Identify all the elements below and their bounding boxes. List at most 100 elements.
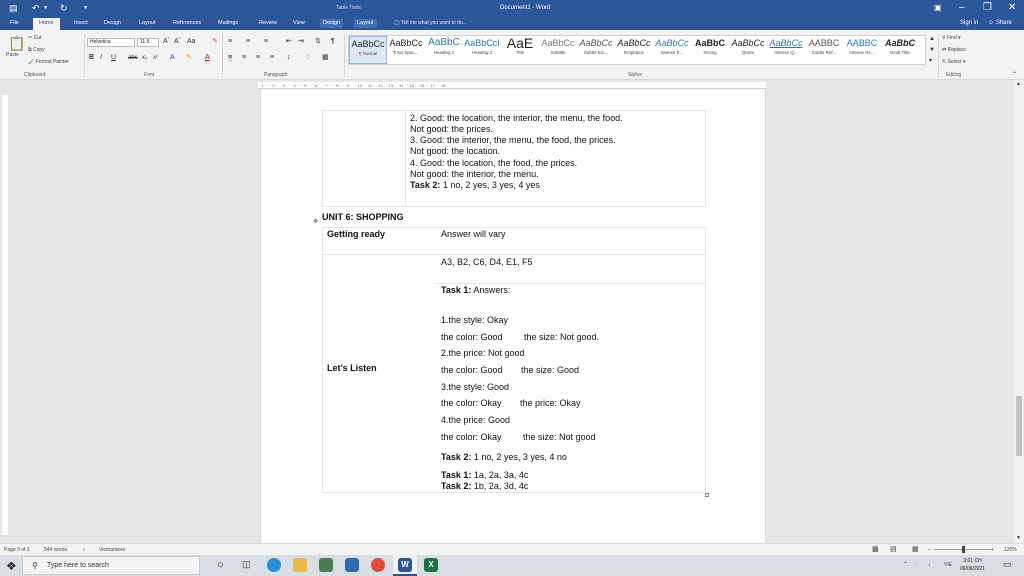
zoom-in-icon[interactable]: + <box>991 547 994 553</box>
tab-review[interactable]: Review <box>256 19 280 28</box>
align-center-icon[interactable]: ≡ <box>242 54 246 62</box>
styles-scroll-up-icon[interactable]: ▲ <box>929 35 935 43</box>
network-icon[interactable]: ◌ <box>914 561 918 569</box>
print-layout-icon[interactable]: ▤ <box>890 545 897 553</box>
subscript-icon[interactable]: x₂ <box>142 54 147 62</box>
style-quote[interactable]: AaBbCc Quote <box>729 36 767 64</box>
edge-browser-icon[interactable] <box>267 558 281 572</box>
restore-icon[interactable]: ❐ <box>983 2 992 13</box>
cortana-icon[interactable]: ○ <box>217 559 224 571</box>
share-button[interactable]: ☺ Share <box>988 20 1012 26</box>
ribbon-display-options-icon[interactable]: ▣ <box>934 2 942 13</box>
style-no-spacing[interactable]: AaBbCc ¶ No Spac... <box>387 36 425 64</box>
vertical-ruler[interactable] <box>2 95 8 535</box>
borders-icon[interactable]: ▦ <box>322 54 329 62</box>
replace-button[interactable]: ⇄ Replace <box>942 47 966 53</box>
minimize-icon[interactable]: – <box>959 2 965 13</box>
style-subtle-reference[interactable]: AABBC Subtle Ref... <box>805 36 843 64</box>
table-move-handle-icon[interactable]: ✥ <box>313 218 318 226</box>
scrollbar-thumb[interactable] <box>1016 396 1022 456</box>
bullets-icon[interactable]: ≡ <box>228 38 232 46</box>
tab-references[interactable]: References <box>170 19 204 28</box>
highlight-icon[interactable]: ✎ <box>186 54 192 62</box>
show-paragraph-marks-icon[interactable]: ¶ <box>331 38 335 46</box>
line-spacing-icon[interactable]: ↕ <box>287 54 291 62</box>
italic-icon[interactable]: I <box>100 54 102 62</box>
tab-layout[interactable]: Layout <box>136 19 159 28</box>
close-icon[interactable]: ✕ <box>1008 2 1016 13</box>
tab-view[interactable]: View <box>290 19 308 28</box>
sort-icon[interactable]: ⇅ <box>315 38 321 46</box>
clear-formatting-icon[interactable]: ✎ <box>212 38 218 46</box>
vertical-scrollbar[interactable] <box>1014 80 1024 543</box>
strikethrough-icon[interactable]: abc <box>128 54 138 62</box>
table-resize-handle[interactable] <box>705 493 709 497</box>
style-subtle-emphasis[interactable]: AaBbCc Subtle Em... <box>577 36 615 64</box>
select-button[interactable]: ⇱ Select ▾ <box>942 59 965 65</box>
show-hidden-icons-icon[interactable]: ⌃ <box>903 561 908 569</box>
paste-icon[interactable]: 📋 <box>8 36 25 50</box>
zoom-level[interactable]: 120% <box>1004 547 1017 553</box>
file-explorer-icon[interactable] <box>293 558 307 572</box>
numbering-icon[interactable]: ≡ <box>246 38 250 46</box>
font-size-box[interactable]: 11.5 <box>137 38 159 47</box>
volume-icon[interactable]: ♩ <box>928 561 934 569</box>
word-app-icon[interactable]: W <box>398 558 412 572</box>
read-mode-icon[interactable]: ▩ <box>872 545 879 553</box>
task-view-icon[interactable]: ◫ <box>242 560 251 569</box>
scroll-up-icon[interactable]: ▲ <box>1016 80 1021 88</box>
tab-home[interactable]: Home <box>33 18 60 30</box>
multilevel-list-icon[interactable]: ≡ <box>264 38 268 46</box>
shading-icon[interactable]: ♢ <box>305 54 311 62</box>
grow-font-icon[interactable]: Aˆ <box>163 38 170 46</box>
style-title[interactable]: AaE Title <box>501 36 539 64</box>
style-normal[interactable]: AaBbCc ¶ Normal <box>349 36 387 64</box>
font-name-box[interactable]: Helvetica <box>87 38 135 47</box>
language-indicator[interactable]: Vietnamese <box>99 547 125 553</box>
style-strong[interactable]: AaBbC Strong <box>691 36 729 64</box>
customize-quick-access-icon[interactable]: ▾ <box>84 3 87 13</box>
undo-dropdown-icon[interactable]: ▾ <box>44 3 47 13</box>
style-heading-2[interactable]: AaBbCcI Heading 2 <box>463 36 501 64</box>
action-center-icon[interactable]: ▭ <box>1003 560 1012 569</box>
underline-icon[interactable]: U <box>111 54 116 62</box>
tab-file[interactable]: File <box>7 19 22 28</box>
shrink-font-icon[interactable]: Aˇ <box>174 38 181 46</box>
save-icon[interactable]: ▤ <box>9 3 18 13</box>
change-case-icon[interactable]: Aa <box>187 38 196 46</box>
style-emphasis[interactable]: AaBbCc Emphasis <box>615 36 653 64</box>
style-intense-quote[interactable]: AaBbCc Intense Q... <box>767 36 805 64</box>
format-painter-button[interactable]: 🖌 Format Painter <box>28 59 69 65</box>
style-book-title[interactable]: AaBbC Book Title <box>881 36 919 64</box>
tab-mailings[interactable]: Mailings <box>215 19 241 28</box>
align-right-icon[interactable]: ≡ <box>256 54 260 62</box>
undo-icon[interactable]: ↶ <box>32 3 40 13</box>
decrease-indent-icon[interactable]: ⇤ <box>286 38 292 46</box>
tab-insert[interactable]: Insert <box>71 19 91 28</box>
proofing-icon[interactable]: ✓ <box>82 547 86 553</box>
excel-app-icon[interactable]: X <box>424 558 438 572</box>
scroll-down-icon[interactable]: ▼ <box>1016 534 1021 542</box>
styles-more-icon[interactable]: ▾ <box>929 57 932 65</box>
superscript-icon[interactable]: x² <box>153 54 158 62</box>
cut-button[interactable]: ✂ Cut <box>28 35 41 41</box>
font-color-icon[interactable]: A <box>205 54 210 62</box>
copy-button[interactable]: ⧉ Copy <box>28 47 45 53</box>
text-effects-icon[interactable]: A <box>170 54 175 62</box>
word-count[interactable]: 544 words <box>44 547 67 553</box>
taskbar-search-box[interactable]: ⚲ Type here to search <box>22 556 200 575</box>
page-count[interactable]: Page 3 of 3 <box>4 547 30 553</box>
taskbar-clock[interactable]: 3:01 CH 06/06/2021 <box>960 557 985 573</box>
collapse-ribbon-icon[interactable]: ⌃ <box>1012 71 1017 79</box>
style-heading-1[interactable]: AaBbC Heading 1 <box>425 36 463 64</box>
zoom-out-icon[interactable]: – <box>928 547 931 553</box>
paste-label[interactable]: Paste <box>6 52 19 58</box>
zoom-slider-thumb[interactable] <box>962 546 965 553</box>
input-language-indicator[interactable]: VIE <box>944 562 952 568</box>
sign-in-link[interactable]: Sign in <box>960 20 978 26</box>
styles-scroll-down-icon[interactable]: ▼ <box>929 46 935 54</box>
store-icon[interactable] <box>319 558 333 572</box>
bold-icon[interactable]: B <box>89 54 94 62</box>
align-left-icon[interactable]: ≡ <box>228 54 233 62</box>
tell-me-box[interactable]: ◯ Tell me what you want to do... <box>394 20 467 26</box>
